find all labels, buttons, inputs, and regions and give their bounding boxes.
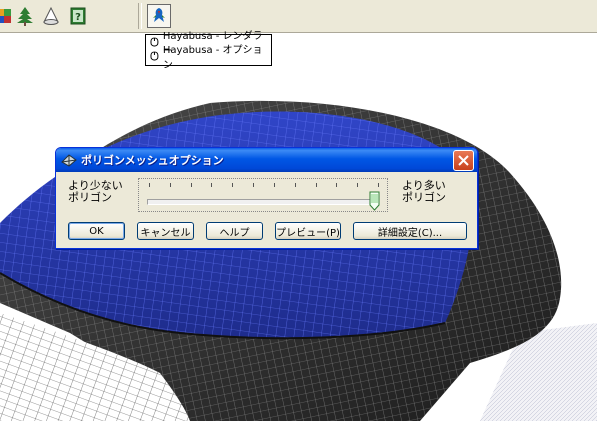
hayabusa-bird-icon[interactable] [147, 4, 171, 28]
close-icon [458, 155, 469, 166]
svg-text:?: ? [75, 12, 81, 23]
close-button[interactable] [453, 150, 474, 171]
fewer-polygons-text: より少ない ポリゴン [68, 179, 123, 204]
more-polygons-label: より多い ポリゴン [402, 180, 462, 204]
fewer-polygons-label: より少ない ポリゴン [68, 180, 128, 204]
toolbar-separator [138, 3, 142, 29]
polygon-density-slider[interactable] [138, 178, 388, 212]
dialog-title: ポリゴンメッシュオプション [81, 154, 224, 167]
polygon-mesh-options-dialog: ポリゴンメッシュオプション より少ない ポリゴン より多い ポリゴン OK キャ… [55, 147, 478, 249]
toolbar: ? [0, 0, 597, 33]
mesh-app-icon [61, 154, 77, 167]
slider-track [147, 199, 379, 205]
preview-button[interactable]: プレビュー(P) [275, 222, 341, 240]
more-polygons-text: より多い ポリゴン [402, 179, 446, 204]
ok-button[interactable]: OK [68, 222, 125, 240]
help-question-icon[interactable]: ? [66, 4, 90, 28]
advanced-settings-button[interactable]: 詳細設定(C)... [353, 222, 467, 240]
slider-thumb[interactable] [369, 191, 380, 211]
slider-ticks [149, 183, 379, 187]
tree-icon[interactable] [13, 4, 37, 28]
dialog-titlebar[interactable]: ポリゴンメッシュオプション [56, 148, 477, 172]
help-button[interactable]: ヘルプ [206, 222, 263, 240]
cone-shape-icon[interactable] [39, 4, 63, 28]
cancel-button[interactable]: キャンセル [137, 222, 194, 240]
